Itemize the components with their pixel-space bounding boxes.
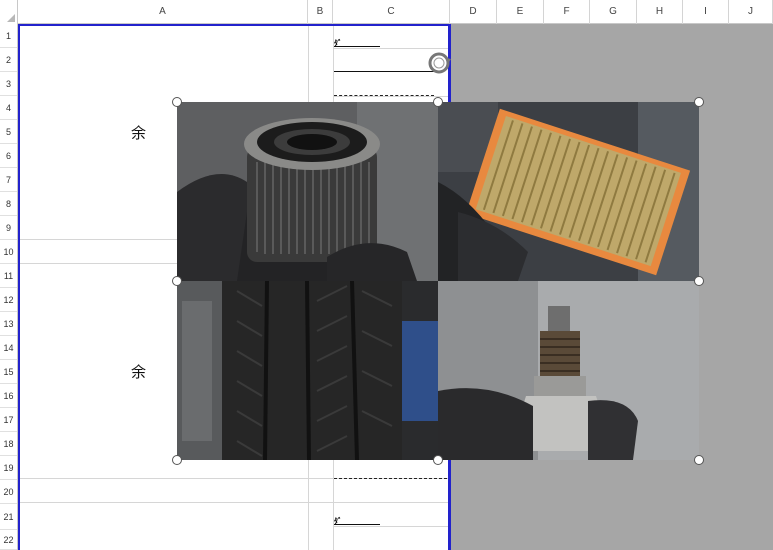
oil-filter-photo[interactable] [177, 102, 438, 281]
resize-handle-middle-left[interactable] [172, 276, 182, 286]
row-header-8[interactable]: 8 [0, 192, 17, 216]
row-header-22[interactable]: 22 [0, 530, 17, 550]
column-header-g[interactable]: G [590, 0, 637, 24]
resize-handle-bottom-right[interactable] [694, 455, 704, 465]
tire-photo[interactable] [177, 281, 438, 460]
resize-handle-bottom-middle[interactable] [433, 455, 443, 465]
row-header-1[interactable]: 1 [0, 24, 17, 48]
gridline-row3 [333, 96, 449, 97]
row-header-2[interactable]: 2 [0, 48, 17, 72]
row-header-17[interactable]: 17 [0, 408, 17, 432]
row-header-15[interactable]: 15 [0, 360, 17, 384]
rotate-handle-icon[interactable] [426, 50, 452, 76]
row-header-6[interactable]: 6 [0, 144, 17, 168]
row-header-10[interactable]: 10 [0, 240, 17, 264]
column-header-c[interactable]: C [333, 0, 450, 24]
column-header-f[interactable]: F [544, 0, 590, 24]
air-filter-photo[interactable] [438, 102, 699, 281]
row-header-11[interactable]: 11 [0, 264, 17, 288]
row-header-18[interactable]: 18 [0, 432, 17, 456]
gridline-row22 [333, 526, 449, 527]
row-header-19[interactable]: 19 [0, 456, 17, 480]
resize-handle-top-middle[interactable] [433, 97, 443, 107]
resize-handle-middle-right[interactable] [694, 276, 704, 286]
row-header-5[interactable]: 5 [0, 120, 17, 144]
cell-c2-underline [334, 71, 434, 72]
row-header-12[interactable]: 12 [0, 288, 17, 312]
row-header-14[interactable]: 14 [0, 336, 17, 360]
resize-handle-bottom-left[interactable] [172, 455, 182, 465]
resize-handle-top-right[interactable] [694, 97, 704, 107]
column-header-i[interactable]: I [683, 0, 729, 24]
row-header-3[interactable]: 3 [0, 72, 17, 96]
column-header-d[interactable]: D [450, 0, 497, 24]
row-header-7[interactable]: 7 [0, 168, 17, 192]
spark-plug-photo[interactable] [438, 281, 699, 460]
row-header-16[interactable]: 16 [0, 384, 17, 408]
select-all-corner[interactable] [0, 0, 18, 24]
row-header-4[interactable]: 4 [0, 96, 17, 120]
row-header-9[interactable]: 9 [0, 216, 17, 240]
column-header-h[interactable]: H [637, 0, 683, 24]
row-header-21[interactable]: 21 [0, 504, 17, 530]
page-break-left [18, 24, 20, 550]
column-header-a[interactable]: A [18, 0, 308, 24]
row-header-20[interactable]: 20 [0, 480, 17, 504]
cell-a4-text: 余 [131, 124, 147, 142]
cell-a15-text: 余 [131, 363, 147, 381]
column-header-b[interactable]: B [308, 0, 333, 24]
row-header-13[interactable]: 13 [0, 312, 17, 336]
cell-c3-dashed-line [334, 95, 434, 96]
page-break-top [18, 24, 451, 26]
cell-c1-underline [334, 46, 380, 47]
cell-c19-dashed-line [334, 478, 447, 479]
column-header-bar: A B C D E F G H I J [0, 0, 773, 24]
gridline-row20-bottom [18, 502, 449, 503]
cell-c21-underline [334, 524, 380, 525]
column-header-e[interactable]: E [497, 0, 544, 24]
gridline-row1 [333, 48, 449, 49]
cell-c1-text: ﾀﾞ [334, 39, 342, 48]
row-header-bar: 1 2 3 4 5 6 7 8 9 10 11 12 13 14 15 16 1… [0, 24, 18, 550]
column-header-j[interactable]: J [729, 0, 773, 24]
cell-c21-text: ﾀﾞ [334, 517, 342, 526]
resize-handle-top-left[interactable] [172, 97, 182, 107]
